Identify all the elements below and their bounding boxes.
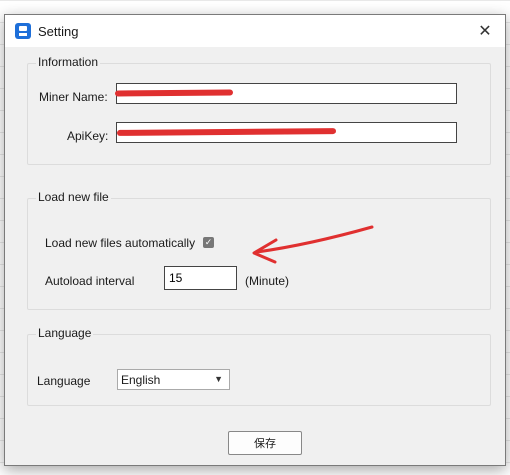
annotation-arrow [252,225,374,264]
